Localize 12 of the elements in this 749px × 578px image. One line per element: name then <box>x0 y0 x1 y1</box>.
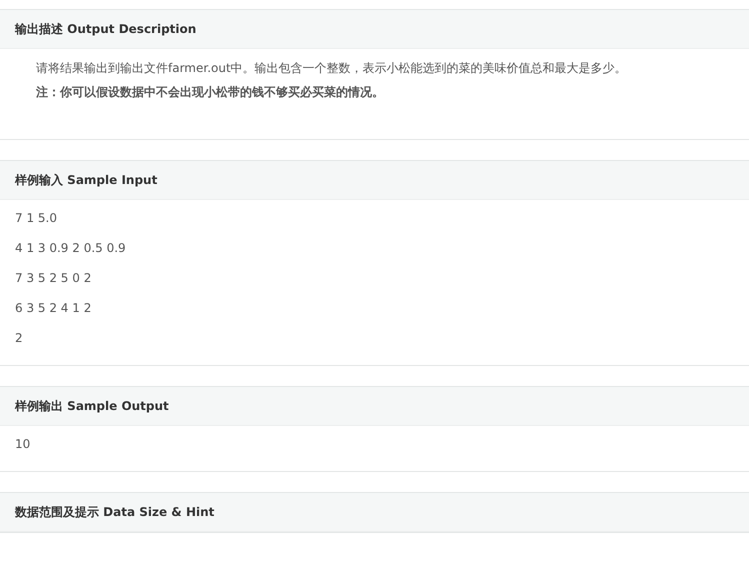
sample-line: 2 <box>15 332 24 345</box>
sample-line: 10 <box>15 438 32 451</box>
section-title: 输出描述 Output Description <box>15 20 196 38</box>
sample-line: 4 1 3 0.9 2 0.5 0.9 <box>15 242 127 255</box>
sample-line: 7 3 5 2 5 0 2 <box>15 272 92 285</box>
section-title: 样例输出 Sample Output <box>15 398 169 414</box>
sample-line: 7 1 5.0 <box>15 212 58 225</box>
description-text: 请将结果输出到输出文件farmer.out中。输出包含一个整数，表示小松能选到的菜的美味价值总和最大是多少。 <box>36 61 628 75</box>
note-text: 注：你可以假设数据中不会出现小松带的钱不够买必买菜的情况。 <box>36 85 385 99</box>
section-title: 样例输入 Sample Input <box>15 172 158 188</box>
section-title: 数据范围及提示 Data Size & Hint <box>15 504 214 520</box>
sample-line: 6 3 5 2 4 1 2 <box>15 302 92 315</box>
